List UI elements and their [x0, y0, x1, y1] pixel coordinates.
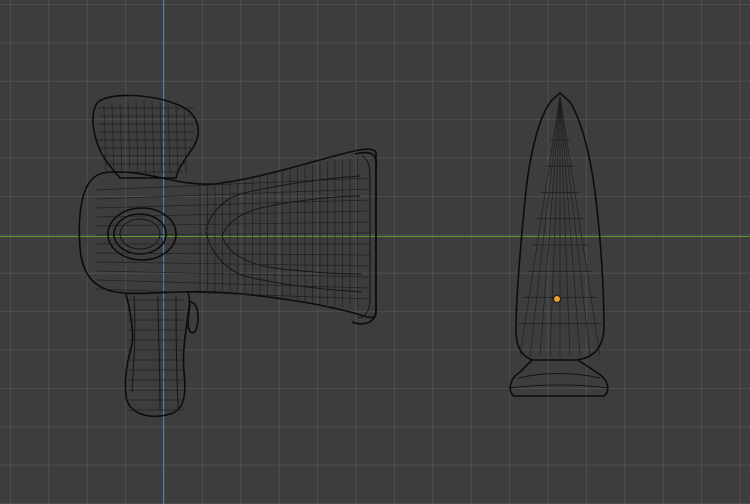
wire-edge — [559, 95, 571, 357]
wire-edge — [95, 232, 371, 236]
wire-edge — [143, 99, 147, 175]
3d-viewport[interactable] — [0, 0, 750, 504]
wire-edge — [539, 95, 561, 357]
wire-edge — [519, 95, 561, 357]
object-origin-icon[interactable] — [553, 295, 561, 303]
wire-edge — [127, 102, 131, 175]
wire-edge — [111, 104, 115, 175]
wire-edge — [95, 270, 371, 278]
wire-edge — [559, 95, 581, 357]
wire-edge — [119, 103, 123, 175]
wire-edge — [559, 95, 591, 357]
wire-edge — [135, 101, 139, 175]
megaphone-wireframe[interactable] — [78, 94, 378, 418]
wire-edge — [95, 221, 371, 227]
wire-edge — [175, 104, 179, 175]
wire-edge — [95, 261, 371, 267]
wire-edge — [151, 101, 155, 175]
wire-edge — [95, 199, 371, 209]
wire-edge — [559, 95, 601, 357]
wire-edge — [549, 95, 561, 357]
wire-edge — [529, 95, 561, 357]
wire-edge — [167, 103, 171, 175]
scene-canvas[interactable] — [0, 0, 750, 504]
wire-edge — [95, 177, 371, 191]
wire-edge — [95, 279, 371, 289]
cone-wireframe[interactable] — [509, 91, 609, 397]
wire-edge — [159, 102, 163, 175]
